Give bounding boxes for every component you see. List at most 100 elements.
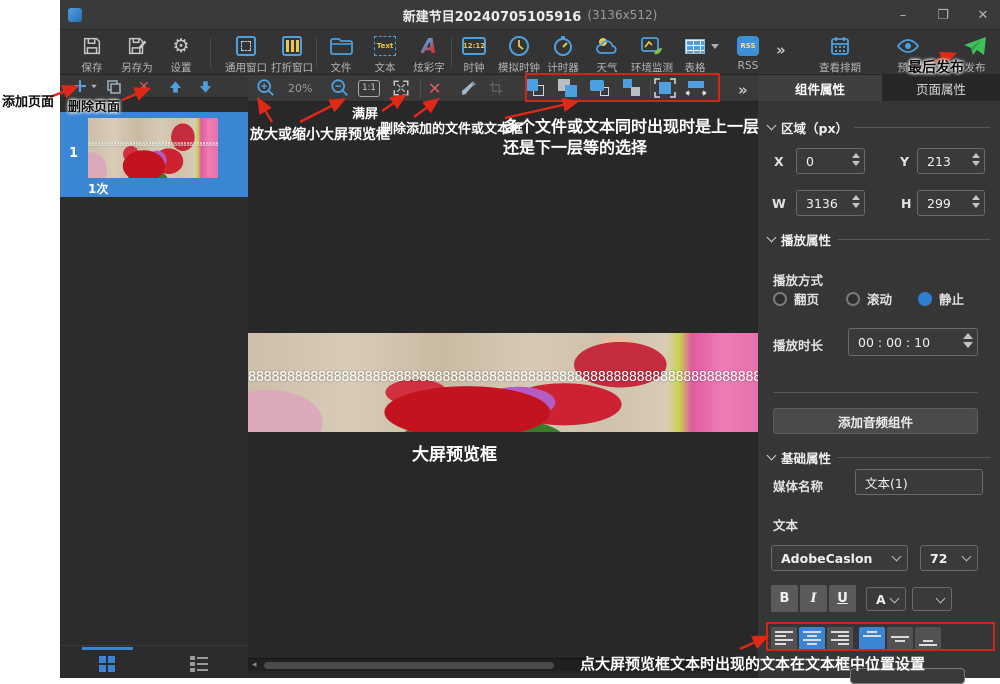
delete-page-button[interactable]: ✕	[138, 77, 150, 96]
play-section-header[interactable]: 播放属性	[768, 230, 990, 249]
split-window-button[interactable]: 打折窗口	[264, 34, 320, 75]
font-color-select[interactable]: A	[866, 587, 906, 611]
screen-resolution: (3136x512)	[587, 8, 657, 22]
scroll-left-arrow-icon[interactable]: ◂	[252, 660, 257, 670]
font-size-select[interactable]: 72	[920, 545, 978, 571]
basic-section-header[interactable]: 基础属性	[768, 448, 990, 467]
tab-page-properties[interactable]: 页面属性	[882, 75, 1000, 101]
bold-button[interactable]: B	[771, 585, 798, 612]
grid-view-button[interactable]	[99, 656, 115, 672]
annotation-zoom: 放大或缩小大屏预览框	[250, 124, 390, 144]
underline-button[interactable]: U	[829, 585, 856, 612]
region-section-header[interactable]: 区域（px）	[768, 118, 990, 137]
media-name-label: 媒体名称	[773, 476, 823, 495]
radio-page-flip[interactable]: 翻页	[773, 289, 819, 308]
list-view-button[interactable]	[190, 656, 208, 672]
italic-button[interactable]: I	[800, 585, 827, 612]
page-play-count: 1次	[88, 180, 108, 197]
fullscreen-icon	[392, 79, 410, 97]
spinner-arrows[interactable]	[972, 195, 980, 208]
annotation-delete-media: 删除添加的文件或文本框	[380, 118, 523, 137]
tab-component-properties[interactable]: 组件属性	[758, 75, 882, 101]
annotation-layer-line2: 还是下一层等的选择	[503, 134, 647, 158]
rss-icon: RSS	[720, 34, 776, 58]
zoom-level: 20%	[288, 77, 312, 99]
calendar-icon	[812, 34, 868, 58]
view-schedule-button[interactable]: 查看排期	[812, 34, 868, 75]
close-icon: ✕	[428, 79, 441, 98]
x-input[interactable]: 0	[796, 148, 865, 174]
crop-button[interactable]	[488, 77, 504, 99]
radio-selected-icon	[918, 292, 932, 306]
page-list-item[interactable]: 1 88888888888888888888888888888888888888…	[60, 112, 248, 197]
copy-icon	[106, 79, 122, 95]
screen-preview[interactable]: 8888888888888888888888888888888888888888…	[248, 333, 758, 432]
page-thumbnail[interactable]: 8888888888888888888888888888888888888888…	[88, 118, 218, 178]
thumbnail-image: 8888888888888888888888888888888888888888…	[88, 118, 218, 178]
sidebar-view-switcher	[60, 645, 248, 678]
page-list-sidebar: + ✕ 1 8888888888888888888888888888888888…	[60, 75, 248, 678]
collapse-chevron-icon	[767, 451, 777, 461]
maximize-button[interactable]: ❐	[936, 8, 950, 23]
active-view-indicator	[82, 647, 133, 650]
settings-button[interactable]: ⚙ 设置	[153, 34, 209, 75]
scrollbar-thumb[interactable]	[264, 662, 554, 669]
split-window-icon	[264, 34, 320, 58]
brush-icon	[460, 79, 478, 97]
spinner-arrows[interactable]	[852, 195, 860, 208]
font-family-select[interactable]: AdobeCaslon	[771, 545, 908, 571]
background-color-select[interactable]	[912, 587, 952, 611]
arrow-down-icon	[198, 79, 213, 95]
chevron-down-icon	[91, 85, 97, 89]
spinner-arrows[interactable]	[972, 153, 980, 166]
radio-static[interactable]: 静止	[918, 289, 964, 308]
close-icon: ✕	[138, 79, 150, 95]
w-label: W	[772, 196, 786, 211]
chevron-down-icon	[890, 594, 900, 604]
h-label: H	[901, 196, 911, 211]
canvas-more-chevron[interactable]: »	[738, 81, 746, 99]
page-number: 1	[69, 146, 78, 161]
toolbar-more-chevron[interactable]: »	[776, 41, 784, 59]
h-input[interactable]: 299	[917, 190, 985, 216]
one-to-one-icon: 1:1	[358, 80, 380, 97]
radio-scroll[interactable]: 滚动	[846, 289, 892, 308]
duration-label: 播放时长	[773, 335, 823, 354]
annotation-add-page: 添加页面	[2, 91, 54, 110]
layer-tools-highlight-box	[525, 73, 720, 102]
chevron-down-icon	[936, 594, 946, 604]
add-page-button[interactable]: +	[72, 77, 98, 96]
w-input[interactable]: 3136	[796, 190, 865, 216]
y-input[interactable]: 213	[917, 148, 985, 174]
actual-size-button[interactable]: 1:1	[358, 77, 380, 99]
annotation-alignment: 点大屏预览框文本时出现的文本在文本框中位置设置	[580, 653, 925, 674]
page-list-toolbar: + ✕	[60, 75, 248, 98]
spinner-arrows[interactable]	[852, 153, 860, 166]
duration-input[interactable]: 00 : 00 : 10	[848, 328, 978, 356]
zoom-out-icon	[330, 78, 350, 98]
move-page-down-button[interactable]	[198, 77, 213, 96]
annotation-preview-frame: 大屏预览框	[412, 440, 497, 465]
chevron-down-icon	[962, 552, 972, 562]
zoom-out-button[interactable]	[330, 77, 350, 99]
fit-screen-button[interactable]	[392, 77, 410, 99]
rss-button[interactable]: RSS RSS	[720, 34, 776, 72]
annotation-delete-page: 删除页面	[68, 96, 120, 115]
close-button[interactable]: ✕	[976, 8, 990, 23]
delete-media-button[interactable]: ✕	[428, 77, 441, 99]
minimize-button[interactable]: –	[896, 8, 910, 23]
clear-button[interactable]	[460, 77, 478, 99]
add-audio-button[interactable]: 添加音频组件	[773, 408, 978, 434]
canvas-area: 20% 1:1 ✕	[248, 75, 758, 678]
radio-icon	[773, 292, 787, 306]
crop-icon	[488, 80, 504, 96]
zoom-in-button[interactable]	[256, 77, 276, 99]
gear-icon: ⚙	[153, 34, 209, 58]
chevron-down-icon	[892, 552, 902, 562]
copy-page-button[interactable]	[106, 77, 122, 96]
preview-text-overlay[interactable]: 8888888888888888888888888888888888888888…	[248, 370, 758, 385]
panel-divider	[773, 392, 978, 393]
spinner-arrows[interactable]	[963, 333, 973, 348]
move-page-up-button[interactable]	[168, 77, 183, 96]
media-name-input[interactable]: 文本(1)	[855, 469, 983, 495]
